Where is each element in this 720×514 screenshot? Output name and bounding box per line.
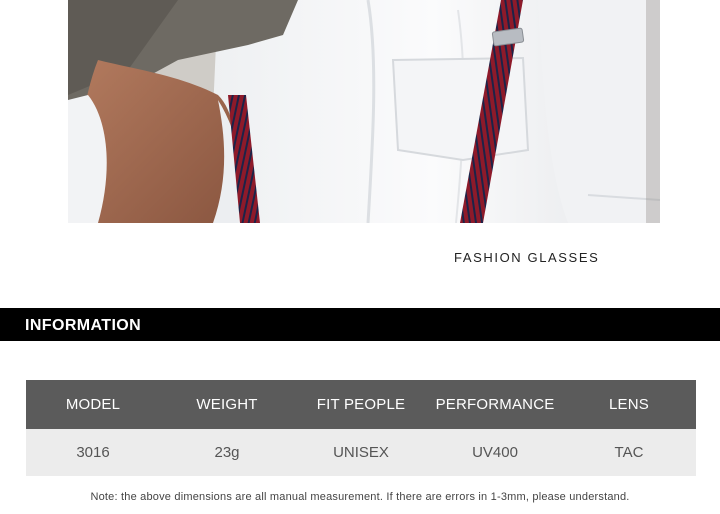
spec-table: MODEL WEIGHT FIT PEOPLE PERFORMANCE LENS…	[26, 380, 696, 476]
product-photo	[68, 0, 660, 223]
cell-lens: TAC	[562, 429, 696, 476]
measurement-note: Note: the above dimensions are all manua…	[90, 491, 630, 503]
table-row: 3016 23g UNISEX UV400 TAC	[26, 429, 696, 476]
cell-fit-people: UNISEX	[294, 429, 428, 476]
header-fit-people: FIT PEOPLE	[294, 380, 428, 429]
information-heading: INFORMATION	[25, 317, 142, 334]
cell-performance: UV400	[428, 429, 562, 476]
header-lens: LENS	[562, 380, 696, 429]
product-detail-page: FASHION GLASSES INFORMATION MODEL WEIGHT…	[0, 0, 720, 514]
header-performance: PERFORMANCE	[428, 380, 562, 429]
information-heading-bar: INFORMATION	[0, 308, 720, 341]
cell-model: 3016	[26, 429, 160, 476]
header-model: MODEL	[26, 380, 160, 429]
caption-fashion-glasses: FASHION GLASSES	[454, 250, 600, 265]
header-weight: WEIGHT	[160, 380, 294, 429]
cell-weight: 23g	[160, 429, 294, 476]
spec-table-header-row: MODEL WEIGHT FIT PEOPLE PERFORMANCE LENS	[26, 380, 696, 429]
